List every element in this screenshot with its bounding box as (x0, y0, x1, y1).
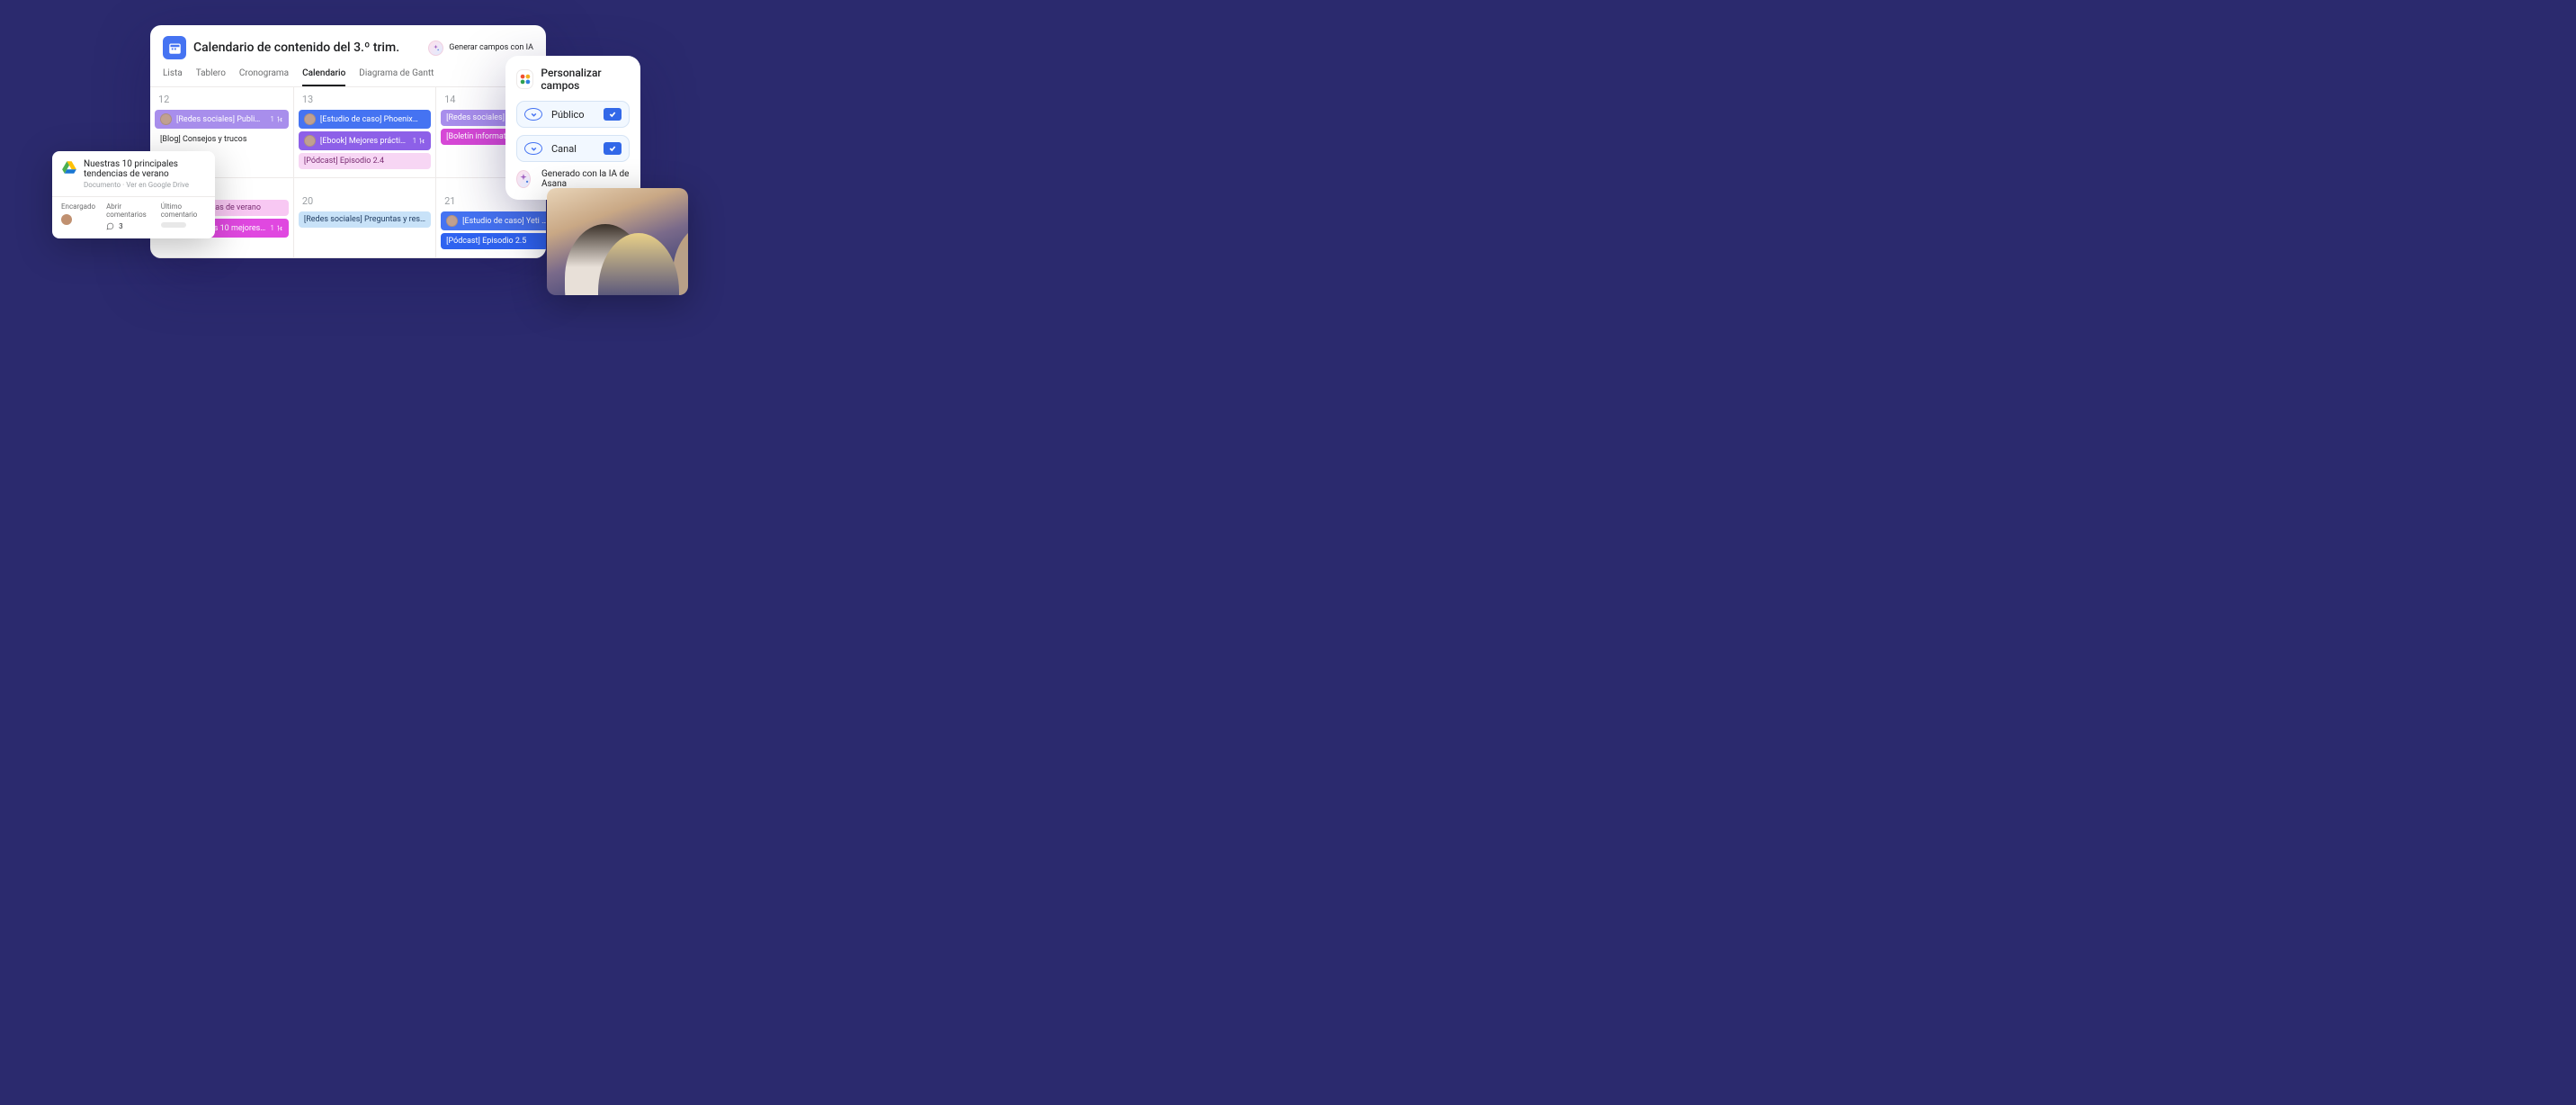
ai-generated-label: Generado con la IA de Asana (541, 169, 630, 189)
page-title: Calendario de contenido del 3.º trim. (193, 40, 421, 55)
tab-board[interactable]: Tablero (196, 68, 226, 86)
team-photo (547, 188, 688, 295)
event-title: [Pódcast] Episodio 2.4 (304, 157, 425, 166)
view-in-drive-link[interactable]: Ver en Google Drive (126, 181, 189, 189)
calendar-day-cell[interactable]: 20 [Redes sociales] Preguntas y res… (294, 178, 436, 258)
ai-button-label: Generar campos con IA (449, 43, 533, 52)
last-comment-label: Último comentario (161, 202, 206, 219)
field-channel-label: Canal (551, 143, 595, 155)
date-number: 12 (152, 91, 291, 110)
event-title: [Estudio de caso] Phoenix… (320, 115, 425, 124)
subtask-count: 1 (270, 224, 283, 232)
event-title: [Blog] Consejos y trucos (160, 135, 283, 144)
calendar-event[interactable]: [Pódcast] Episodio 2.4 (299, 153, 431, 169)
calendar-day-cell[interactable]: 13 [Estudio de caso] Phoenix… [Ebook] Mejo… (294, 87, 436, 178)
attachment-card[interactable]: Nuestras 10 principales tendencias de ve… (52, 151, 215, 238)
calendar-event[interactable]: [Estudio de caso] Yeti …1 (441, 211, 546, 230)
fields-icon (516, 69, 533, 89)
attachment-title: Nuestras 10 principales tendencias de ve… (84, 159, 206, 179)
event-title: [Redes sociales] Publi… (176, 115, 265, 124)
event-title: [Ebook] Mejores prácti… (320, 137, 408, 146)
subtask-count: 1 (413, 137, 426, 145)
field-public[interactable]: Público (516, 101, 630, 128)
calendar-event[interactable]: [Estudio de caso] Phoenix… (299, 110, 431, 129)
date-number: 13 (296, 91, 434, 110)
subtask-count: 1 (270, 115, 283, 123)
tab-timeline[interactable]: Cronograma (239, 68, 289, 86)
field-channel[interactable]: Canal (516, 135, 630, 162)
chevron-down-icon (524, 108, 542, 121)
comments-label: Abrir comentarios (106, 202, 150, 219)
google-drive-icon (61, 159, 77, 175)
date-number: 20 (296, 193, 434, 211)
assignee-avatar (304, 135, 316, 147)
owner-avatar (61, 214, 72, 225)
assignee-avatar (446, 215, 458, 227)
calendar-event[interactable]: [Redes sociales] Publi… 1 (155, 110, 289, 129)
calendar-event[interactable]: [Redes sociales] Preguntas y res… (299, 211, 431, 228)
calendar-event[interactable]: [Blog] Consejos y trucos (155, 131, 289, 148)
tab-gantt[interactable]: Diagrama de Gantt (359, 68, 434, 86)
customize-title: Personalizar campos (541, 67, 630, 92)
tab-calendar[interactable]: Calendario (302, 68, 345, 86)
attachment-subtitle: Documento · Ver en Google Drive (84, 181, 206, 189)
view-tabs: Lista Tablero Cronograma Calendario Diag… (150, 59, 546, 87)
event-title: [Estudio de caso] Yeti … (462, 217, 546, 226)
calendar-icon (163, 36, 186, 59)
assignee-avatar (304, 113, 316, 125)
comments-count[interactable]: 3 (106, 222, 150, 230)
calendar-event[interactable]: [Pódcast] Episodio 2.5 (441, 233, 546, 249)
chevron-down-icon (524, 142, 542, 155)
generate-ai-fields-button[interactable]: Generar campos con IA (428, 40, 533, 56)
event-title: [Pódcast] Episodio 2.5 (446, 237, 546, 246)
checkbox-channel[interactable] (604, 142, 622, 155)
checkbox-public[interactable] (604, 108, 622, 121)
tab-list[interactable]: Lista (163, 68, 183, 86)
owner-label: Encargado (61, 202, 95, 211)
sparkle-icon (428, 40, 443, 56)
sparkle-icon (516, 170, 531, 188)
customize-fields-panel: Personalizar campos Público Canal Genera… (505, 56, 640, 200)
calendar-event[interactable]: [Ebook] Mejores prácti… 1 (299, 131, 431, 150)
event-title: [Redes sociales] Preguntas y res… (304, 215, 425, 224)
last-comment-placeholder (161, 222, 186, 228)
field-public-label: Público (551, 109, 595, 121)
assignee-avatar (160, 113, 172, 125)
